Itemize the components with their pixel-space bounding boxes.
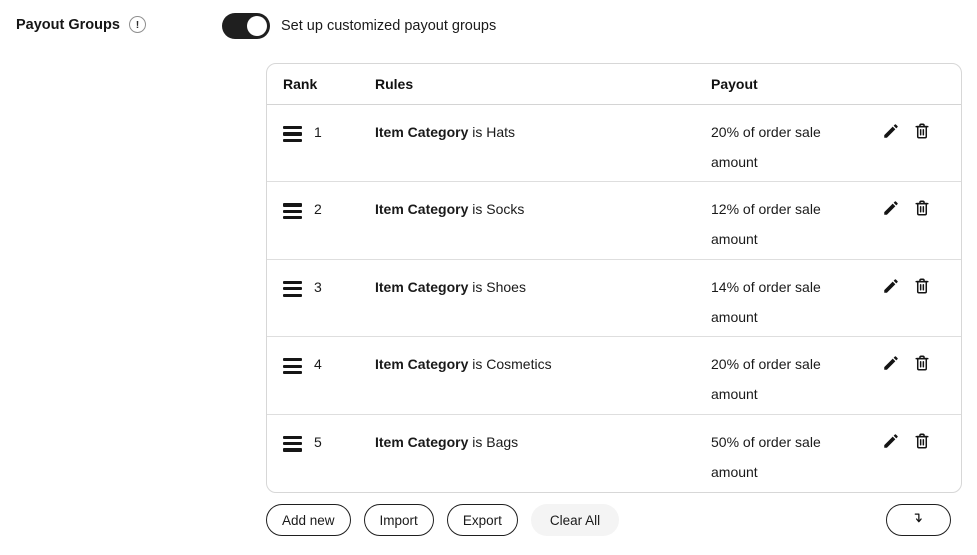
trash-icon — [913, 277, 931, 295]
rule-field: Item Category — [375, 434, 468, 450]
drag-handle-icon[interactable] — [283, 355, 302, 374]
pencil-icon — [882, 122, 900, 140]
delete-button[interactable] — [913, 122, 931, 140]
toggle-knob — [247, 16, 267, 36]
add-new-button[interactable]: Add new — [266, 504, 351, 536]
edit-button[interactable] — [882, 354, 900, 372]
row-actions — [861, 122, 961, 140]
row-actions — [861, 354, 961, 372]
pencil-icon — [882, 354, 900, 372]
rule-condition: is Cosmetics — [468, 356, 551, 372]
column-header-payout: Payout — [711, 76, 861, 92]
column-header-rules: Rules — [375, 76, 711, 92]
pencil-icon — [882, 277, 900, 295]
payout-groups-settings-page: Payout Groups ! Set up customized payout… — [0, 0, 977, 555]
delete-button[interactable] — [913, 277, 931, 295]
drag-handle-icon[interactable] — [283, 278, 302, 297]
rank-cell: 4 — [283, 355, 375, 374]
row-actions — [861, 432, 961, 450]
payout-text: 20% of order sale amount — [711, 349, 861, 409]
info-icon[interactable]: ! — [129, 16, 146, 33]
rule-text: Item Category is Shoes — [375, 278, 711, 297]
table-row: 2 Item Category is Socks 12% of order sa… — [267, 182, 961, 259]
payout-text: 20% of order sale amount — [711, 117, 861, 177]
trash-icon — [913, 122, 931, 140]
pencil-icon — [882, 432, 900, 450]
payout-text: 14% of order sale amount — [711, 272, 861, 332]
trash-icon — [913, 354, 931, 372]
payout-groups-table: Rank Rules Payout 1 Item Category is Hat… — [266, 63, 962, 493]
edit-button[interactable] — [882, 199, 900, 217]
rule-text: Item Category is Hats — [375, 123, 711, 142]
rank-number: 5 — [314, 433, 322, 450]
row-actions — [861, 277, 961, 295]
rule-field: Item Category — [375, 279, 468, 295]
rule-condition: is Bags — [468, 434, 518, 450]
corner-down-arrow-icon — [910, 510, 927, 530]
table-row: 3 Item Category is Shoes 14% of order sa… — [267, 260, 961, 337]
rule-text: Item Category is Bags — [375, 433, 711, 452]
payout-text: 12% of order sale amount — [711, 194, 861, 254]
rank-number: 3 — [314, 278, 322, 295]
rule-condition: is Hats — [468, 124, 515, 140]
rule-text: Item Category is Socks — [375, 200, 711, 219]
table-header: Rank Rules Payout — [267, 64, 961, 105]
delete-button[interactable] — [913, 432, 931, 450]
rule-field: Item Category — [375, 201, 468, 217]
edit-button[interactable] — [882, 277, 900, 295]
row-actions — [861, 199, 961, 217]
rank-number: 2 — [314, 200, 322, 217]
import-button[interactable]: Import — [364, 504, 434, 536]
trash-icon — [913, 199, 931, 217]
column-header-rank: Rank — [283, 76, 375, 92]
payout-groups-toggle[interactable] — [222, 13, 270, 39]
clear-all-button[interactable]: Clear All — [531, 504, 619, 536]
edit-button[interactable] — [882, 432, 900, 450]
page-title-label: Payout Groups — [16, 17, 120, 33]
table-body: 1 Item Category is Hats 20% of order sal… — [267, 105, 961, 492]
drag-handle-icon[interactable] — [283, 123, 302, 142]
rank-cell: 3 — [283, 278, 375, 297]
table-row: 1 Item Category is Hats 20% of order sal… — [267, 105, 961, 182]
toggle-label: Set up customized payout groups — [281, 18, 496, 34]
toggle-row: Set up customized payout groups — [222, 13, 496, 39]
trash-icon — [913, 432, 931, 450]
delete-button[interactable] — [913, 199, 931, 217]
edit-button[interactable] — [882, 122, 900, 140]
export-button[interactable]: Export — [447, 504, 518, 536]
table-row: 5 Item Category is Bags 50% of order sal… — [267, 415, 961, 492]
footer-actions: Add new Import Export Clear All — [266, 504, 619, 536]
rule-field: Item Category — [375, 356, 468, 372]
page-title: Payout Groups ! — [16, 16, 146, 33]
pencil-icon — [882, 199, 900, 217]
rank-number: 4 — [314, 355, 322, 372]
rule-condition: is Shoes — [468, 279, 526, 295]
rule-text: Item Category is Cosmetics — [375, 355, 711, 374]
table-row: 4 Item Category is Cosmetics 20% of orde… — [267, 337, 961, 414]
delete-button[interactable] — [913, 354, 931, 372]
rank-cell: 1 — [283, 123, 375, 142]
rule-condition: is Socks — [468, 201, 524, 217]
rule-field: Item Category — [375, 124, 468, 140]
drag-handle-icon[interactable] — [283, 200, 302, 219]
rank-number: 1 — [314, 123, 322, 140]
jump-to-bottom-button[interactable] — [886, 504, 951, 536]
rank-cell: 5 — [283, 433, 375, 452]
rank-cell: 2 — [283, 200, 375, 219]
payout-text: 50% of order sale amount — [711, 427, 861, 487]
drag-handle-icon[interactable] — [283, 433, 302, 452]
